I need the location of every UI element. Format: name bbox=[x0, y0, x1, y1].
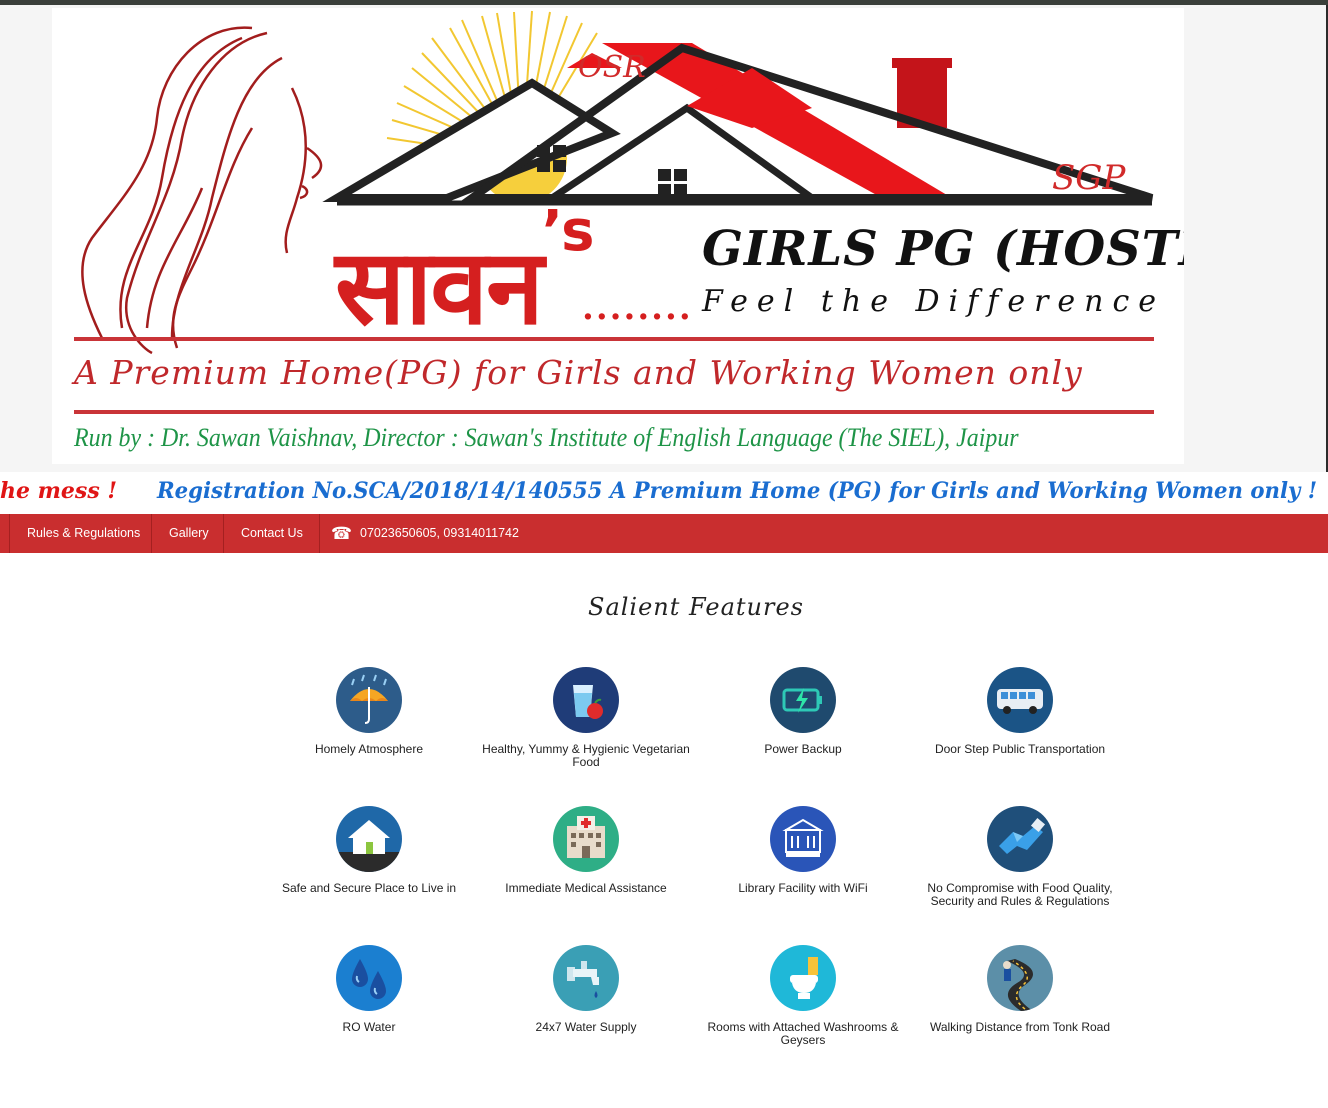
banner-divider-bottom bbox=[74, 410, 1154, 414]
osr-label: OSR bbox=[578, 50, 646, 85]
feature-label: RO Water bbox=[342, 1020, 396, 1034]
nav-gallery[interactable]: Gallery bbox=[169, 514, 209, 553]
marquee-text-2: Registration No.SCA/2018/14/140555 A Pre… bbox=[157, 478, 1318, 504]
nav-contact-us[interactable]: Contact Us bbox=[241, 514, 303, 553]
feature-safe-secure: Safe and Secure Place to Live in bbox=[264, 806, 474, 895]
main-nav: Rules & Regulations Gallery Contact Us ☎… bbox=[0, 514, 1328, 553]
handshake-icon bbox=[987, 806, 1053, 872]
features-title: Salient Features bbox=[588, 593, 804, 621]
run-by-line: Run by : Dr. Sawan Vaishnav, Director : … bbox=[74, 423, 1019, 452]
nav-separator bbox=[9, 514, 10, 553]
hindi-name: सावन’s bbox=[335, 199, 594, 348]
toilet-icon bbox=[770, 945, 836, 1011]
nav-rules-regulations[interactable]: Rules & Regulations bbox=[27, 514, 140, 553]
battery-icon bbox=[770, 667, 836, 733]
bus-icon bbox=[987, 667, 1053, 733]
glass-apple-icon bbox=[553, 667, 619, 733]
feature-library-wifi: Library Facility with WiFi bbox=[698, 806, 908, 895]
feature-healthy-food: Healthy, Yummy & Hygienic Vegetarian Foo… bbox=[481, 667, 691, 769]
site-banner[interactable]: OSR SGP सावन’s ........ GIRLS PG (HOSTEL… bbox=[52, 8, 1184, 464]
road-walker-icon bbox=[987, 945, 1053, 1011]
nav-separator bbox=[223, 514, 224, 553]
feature-water-supply: 24x7 Water Supply bbox=[481, 945, 691, 1034]
sgp-label: SGP bbox=[1052, 158, 1126, 198]
marquee-text-1: he mess ! bbox=[0, 478, 118, 504]
phone-icon: ☎ bbox=[331, 524, 353, 544]
brand-title: GIRLS PG (HOSTEL) bbox=[702, 221, 1184, 277]
feature-label: Healthy, Yummy & Hygienic Vegetarian Foo… bbox=[482, 742, 690, 769]
feature-tonk-road: Walking Distance from Tonk Road bbox=[915, 945, 1125, 1034]
feature-public-transportation: Door Step Public Transportation bbox=[915, 667, 1125, 756]
tap-icon bbox=[553, 945, 619, 1011]
banner-dots: ........ bbox=[582, 288, 693, 328]
umbrella-icon bbox=[336, 667, 402, 733]
feature-label: Safe and Secure Place to Live in bbox=[281, 881, 457, 895]
feature-homely-atmosphere: Homely Atmosphere bbox=[264, 667, 474, 756]
feature-label: No Compromise with Food Quality, Securit… bbox=[927, 881, 1113, 908]
feature-ro-water: RO Water bbox=[264, 945, 474, 1034]
feature-label: Homely Atmosphere bbox=[314, 742, 424, 756]
banner-divider-top bbox=[74, 337, 1154, 341]
feature-label: Immediate Medical Assistance bbox=[505, 881, 667, 895]
feature-medical-assistance: Immediate Medical Assistance bbox=[481, 806, 691, 895]
nav-separator bbox=[151, 514, 152, 553]
water-drops-icon bbox=[336, 945, 402, 1011]
feature-label: 24x7 Water Supply bbox=[535, 1020, 637, 1034]
feature-no-compromise: No Compromise with Food Quality, Securit… bbox=[915, 806, 1125, 908]
feature-label: Library Facility with WiFi bbox=[738, 881, 868, 895]
feature-attached-washrooms: Rooms with Attached Washrooms & Geysers bbox=[698, 945, 908, 1047]
house-icon bbox=[336, 806, 402, 872]
premium-slogan: A Premium Home(PG) for Girls and Working… bbox=[74, 353, 1083, 392]
nav-phone-numbers[interactable]: 07023650605, 09314011742 bbox=[360, 514, 519, 553]
library-icon bbox=[770, 806, 836, 872]
brand-tagline: Feel the Difference bbox=[702, 284, 1166, 319]
news-marquee: he mess ! Registration No.SCA/2018/14/14… bbox=[0, 472, 1328, 514]
feature-label: Door Step Public Transportation bbox=[934, 742, 1106, 756]
feature-power-backup: Power Backup bbox=[698, 667, 908, 756]
hospital-icon bbox=[553, 806, 619, 872]
feature-label: Walking Distance from Tonk Road bbox=[929, 1020, 1111, 1034]
nav-separator bbox=[319, 514, 320, 553]
feature-label: Rooms with Attached Washrooms & Geysers bbox=[707, 1020, 899, 1047]
feature-label: Power Backup bbox=[764, 742, 842, 756]
